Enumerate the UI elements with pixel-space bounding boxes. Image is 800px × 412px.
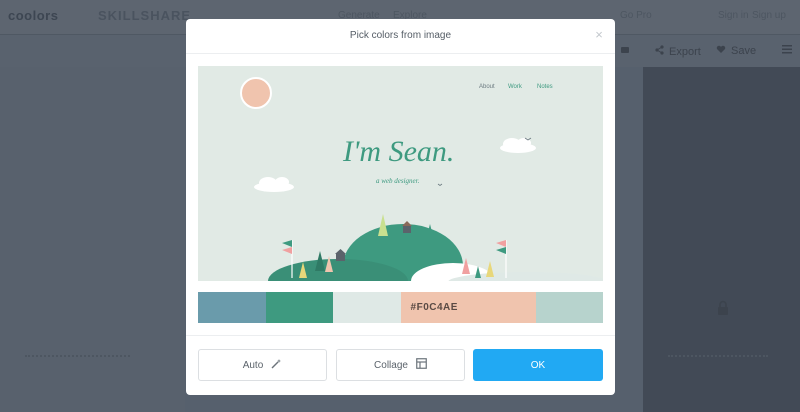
heart-icon <box>716 45 726 57</box>
uploaded-image[interactable]: About Work Notes I'm Sean. a web designe… <box>198 66 603 281</box>
background-save-button: Save <box>716 45 756 57</box>
divider <box>186 53 615 54</box>
close-icon[interactable]: × <box>591 27 607 43</box>
image-nav-work: Work <box>508 84 523 90</box>
auto-button[interactable]: Auto <box>198 349 327 381</box>
collage-button[interactable]: Collage <box>336 349 465 381</box>
palette-swatch[interactable] <box>535 292 603 323</box>
ok-button[interactable]: OK <box>473 349 603 381</box>
palette-swatch[interactable] <box>198 292 266 323</box>
pick-colors-modal: Pick colors from image × About Work Note… <box>186 19 615 395</box>
layout-icon <box>416 358 427 372</box>
palette-swatch[interactable] <box>333 292 401 323</box>
palette-swatch[interactable] <box>468 292 536 323</box>
background-lock-icon <box>718 300 728 315</box>
save-label: Save <box>731 45 757 57</box>
palette-swatch[interactable]: #F0C4AE <box>400 292 468 323</box>
cloud <box>500 138 536 153</box>
avatar <box>240 77 272 109</box>
background-menu-icon <box>782 45 792 54</box>
background-sponsor: SKILLSHARE <box>98 8 192 23</box>
background-nav-gopro: Go Pro <box>620 10 652 21</box>
background-camera-icon <box>620 45 630 55</box>
swatch-hex-label: #F0C4AE <box>410 302 458 313</box>
background-placeholder-right <box>668 355 768 365</box>
palette-swatch[interactable] <box>265 292 333 323</box>
modal-title: Pick colors from image <box>349 30 452 41</box>
auto-label: Auto <box>242 359 264 371</box>
share-icon <box>655 45 664 58</box>
image-subtitle: a web designer. <box>376 177 420 185</box>
divider <box>186 335 615 336</box>
extracted-palette: #F0C4AE <box>198 292 603 323</box>
collage-label: Collage <box>374 359 408 371</box>
cloud <box>254 177 294 192</box>
background-nav-signup: Sign up <box>752 10 786 21</box>
background-export-button: Export <box>655 45 701 58</box>
image-nav-about: About <box>479 84 495 90</box>
magic-wand-icon <box>271 358 282 372</box>
export-label: Export <box>669 45 701 58</box>
background-logo: coolors <box>8 8 59 23</box>
image-illustration: About Work Notes I'm Sean. a web designe… <box>240 77 603 281</box>
image-nav-notes: Notes <box>537 84 553 90</box>
ok-label: OK <box>530 359 546 371</box>
image-headline: I'm Sean. <box>342 135 454 168</box>
background-nav-signin: Sign in <box>718 10 749 21</box>
background-placeholder <box>25 355 130 365</box>
